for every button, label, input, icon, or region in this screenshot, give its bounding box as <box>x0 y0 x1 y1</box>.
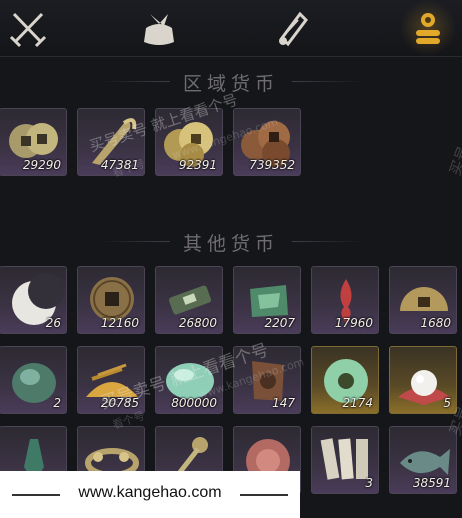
regional-currency-header: 区域货币 <box>0 62 462 102</box>
item-count: 92391 <box>178 158 217 172</box>
item-count: 26800 <box>178 316 217 330</box>
item-count: 1680 <box>420 316 451 330</box>
tab-bag[interactable] <box>136 6 182 50</box>
watermark-footer: www.kangehao.com <box>0 471 300 518</box>
regional-currency-slot[interactable]: 47381 <box>77 108 145 176</box>
item-count: 26 <box>45 316 61 330</box>
other-currency-slot[interactable]: 800000 <box>155 346 223 414</box>
regional-currency-slot[interactable]: 739352 <box>233 108 301 176</box>
item-count: 2174 <box>342 396 373 410</box>
item-count: 20785 <box>100 396 139 410</box>
watermark: 买号 <box>445 143 462 178</box>
other-currency-slot[interactable]: 2207 <box>233 266 301 334</box>
other-currency-slot[interactable]: 2174 <box>311 346 379 414</box>
other-currency-slot[interactable]: 17960 <box>311 266 379 334</box>
tab-currency[interactable] <box>397 0 459 58</box>
other-currency-title: 其他货币 <box>182 233 279 255</box>
item-count: 47381 <box>100 158 139 172</box>
other-currency-slot[interactable]: 147 <box>233 346 301 414</box>
other-currency-slot[interactable]: 26 <box>0 266 67 334</box>
divider <box>240 494 288 496</box>
other-currency-slot[interactable]: 26800 <box>155 266 223 334</box>
tab-quests[interactable] <box>270 6 316 50</box>
regional-currency-slot[interactable]: 92391 <box>155 108 223 176</box>
regional-currency-slot[interactable]: 29290 <box>0 108 67 176</box>
divider <box>292 241 362 242</box>
coin-stack-icon <box>416 13 440 44</box>
other-currency-slot[interactable]: 5 <box>389 346 457 414</box>
item-count: 2 <box>53 396 61 410</box>
item-count: 38591 <box>412 476 451 490</box>
crossed-swords-icon <box>9 12 47 48</box>
scroll-icon <box>279 11 308 47</box>
other-currency-slot[interactable]: 2 <box>0 346 67 414</box>
cloth-bundle-icon <box>144 14 174 45</box>
item-count: 800000 <box>171 396 217 410</box>
regional-currency-title: 区域货币 <box>182 73 279 95</box>
item-count: 147 <box>272 396 295 410</box>
item-count: 739352 <box>249 158 295 172</box>
other-currency-slot[interactable]: 12160 <box>77 266 145 334</box>
other-currency-slot[interactable]: 38591 <box>389 426 457 494</box>
footer-url: www.kangehao.com <box>78 484 222 501</box>
item-count: 2207 <box>264 316 295 330</box>
tab-equipment[interactable] <box>5 6 51 50</box>
item-count: 29290 <box>22 158 61 172</box>
item-count: 5 <box>443 396 451 410</box>
other-currency-slot[interactable]: 1680 <box>389 266 457 334</box>
item-count: 3 <box>365 476 373 490</box>
other-currency-slot[interactable]: 20785 <box>77 346 145 414</box>
item-count: 17960 <box>334 316 373 330</box>
other-currency-slot[interactable]: 3 <box>311 426 379 494</box>
other-currency-header: 其他货币 <box>0 222 462 262</box>
item-count: 12160 <box>100 316 139 330</box>
divider <box>292 81 362 82</box>
top-tab-bar <box>0 0 462 58</box>
